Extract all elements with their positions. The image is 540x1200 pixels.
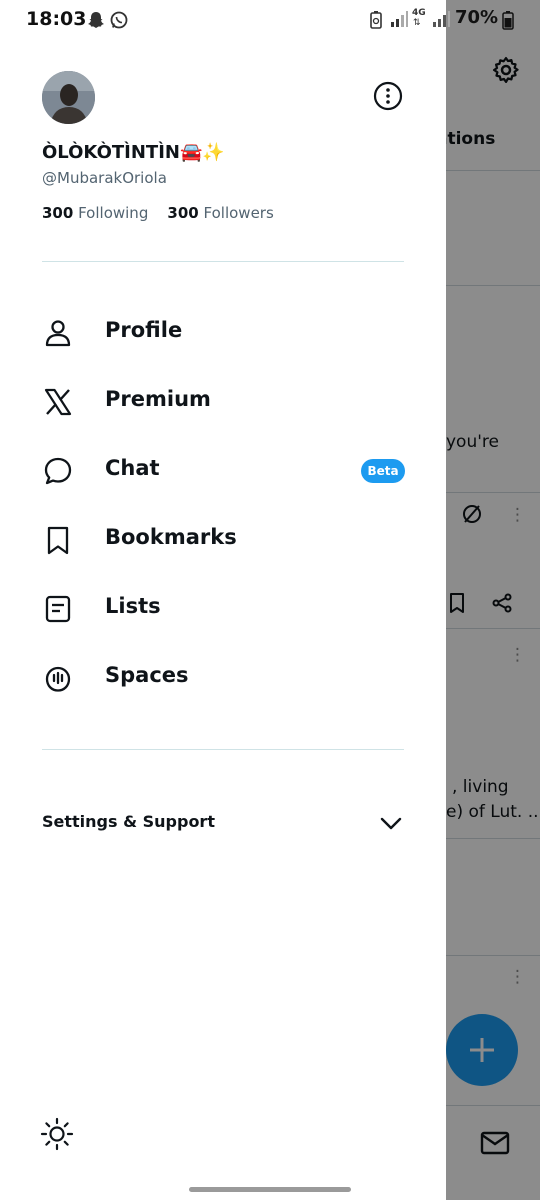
chevron-down-icon [380,817,402,830]
data-arrows-icon: ⇅ [413,18,421,28]
chat-bubble-icon [44,457,72,485]
settings-support-label: Settings & Support [42,812,215,831]
menu-item-label: Chat [105,456,160,480]
followers-label: Followers [203,204,274,222]
user-handle: @MubarakOriola [42,169,167,187]
signal-icon [391,11,408,27]
settings-support-toggle[interactable]: Settings & Support [0,800,446,844]
following-label: Following [78,204,149,222]
menu-item-label: Premium [105,387,211,411]
spaces-icon [45,666,71,692]
menu-item-label: Profile [105,318,183,342]
menu-item-spaces[interactable]: Spaces [0,647,446,707]
battery-saver-icon [370,11,382,29]
battery-icon [502,11,514,30]
home-indicator[interactable] [189,1187,351,1192]
following-count: 300 [42,204,74,222]
menu-item-lists[interactable]: Lists [0,578,446,638]
menu-item-chat[interactable]: Chat Beta [0,440,446,500]
menu-item-label: Spaces [105,663,189,687]
followers-count: 300 [167,204,199,222]
bookmark-icon [47,526,69,555]
avatar-image [42,71,95,124]
more-options-icon[interactable] [372,80,404,112]
display-name[interactable]: ÒLÒKÒTÌNTÌN🚘✨ [42,142,225,163]
navigation-drawer: ÒLÒKÒTÌNTÌN🚘✨ @MubarakOriola 300 Followi… [0,0,446,1200]
following-link[interactable]: 300 Following [42,204,148,222]
battery-percentage: 70% [455,7,499,28]
status-time: 18:03 [26,8,87,30]
snapchat-icon [88,12,104,28]
signal-icon [433,11,450,27]
beta-badge: Beta [361,459,405,483]
sun-icon[interactable] [40,1117,74,1151]
avatar[interactable] [42,71,95,124]
menu-item-premium[interactable]: Premium [0,371,446,431]
follow-stats: 300 Following 300 Followers [42,204,274,222]
drawer-scrim[interactable] [446,0,540,1200]
divider [42,261,404,262]
person-icon [45,320,71,347]
x-logo-icon [44,388,72,416]
menu-item-label: Lists [105,594,161,618]
divider [42,749,404,750]
status-bar: 18:03 4G ⇅ 70% [0,0,540,40]
followers-link[interactable]: 300 Followers [167,204,273,222]
list-icon [45,595,71,623]
network-type: 4G [412,8,426,18]
whatsapp-icon [110,11,128,29]
menu-item-profile[interactable]: Profile [0,302,446,362]
menu-item-bookmarks[interactable]: Bookmarks [0,509,446,569]
menu-item-label: Bookmarks [105,525,237,549]
